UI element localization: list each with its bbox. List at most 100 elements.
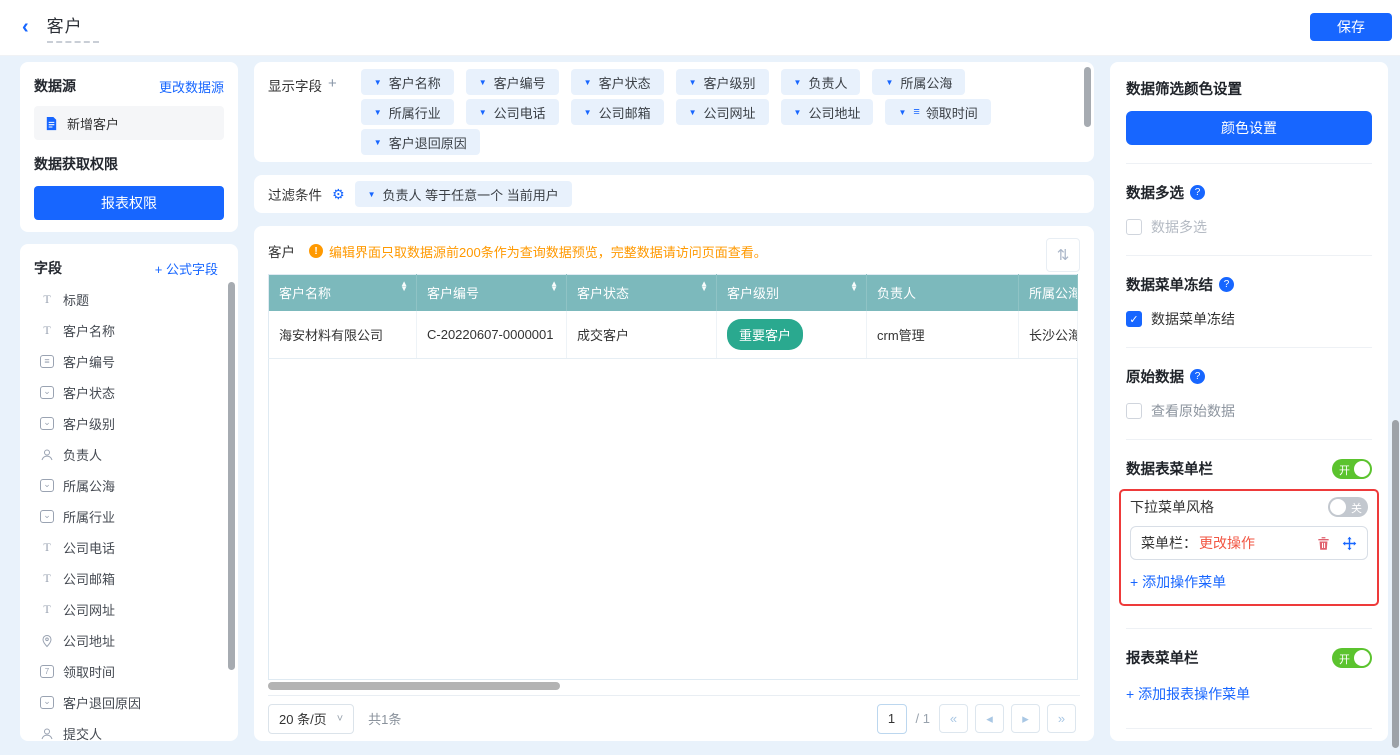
column-header[interactable]: 客户名称▲▼ bbox=[269, 275, 417, 311]
page-title-wrap[interactable]: 客户 bbox=[47, 12, 99, 43]
column-header[interactable]: 客户状态▲▼ bbox=[567, 275, 717, 311]
next-page-button[interactable]: ▸ bbox=[1011, 704, 1040, 733]
chevron-down-icon[interactable]: ▼ bbox=[479, 108, 487, 117]
menu-bar-item[interactable]: 菜单栏： 更改操作 bbox=[1130, 526, 1368, 560]
permission-heading: 数据获取权限 bbox=[34, 154, 224, 174]
column-header[interactable]: 负责人 bbox=[867, 275, 1019, 311]
chevron-down-icon[interactable]: ▼ bbox=[898, 108, 906, 117]
field-item-return-reason[interactable]: 客户退回原因 bbox=[34, 687, 228, 718]
page-size-select[interactable]: 20 条/页 ˅ bbox=[268, 704, 354, 734]
chevron-down-icon[interactable]: ▼ bbox=[885, 78, 893, 87]
field-item-address[interactable]: 公司地址 bbox=[34, 625, 228, 656]
chip-return-reason[interactable]: ▼客户退回原因 bbox=[361, 129, 480, 155]
first-page-button[interactable]: « bbox=[939, 704, 968, 733]
chevron-down-icon[interactable]: ▼ bbox=[374, 138, 382, 147]
chip-customer-name[interactable]: ▼客户名称 bbox=[361, 69, 454, 95]
datasource-item[interactable]: 新增客户 bbox=[34, 106, 224, 140]
field-item-claim-time[interactable]: 领取时间 bbox=[34, 656, 228, 687]
chevron-down-icon[interactable]: ▼ bbox=[689, 108, 697, 117]
chip-customer-level[interactable]: ▼客户级别 bbox=[676, 69, 769, 95]
field-item-owner[interactable]: 负责人 bbox=[34, 439, 228, 470]
chip-industry[interactable]: ▼所属行业 bbox=[361, 99, 454, 125]
dropdown-style-label: 下拉菜单风格 bbox=[1130, 497, 1214, 517]
field-item-customer-status[interactable]: 客户状态 bbox=[34, 377, 228, 408]
sort-carets-icon[interactable]: ▲▼ bbox=[850, 282, 858, 292]
chevron-down-icon[interactable]: ▼ bbox=[368, 190, 376, 199]
horizontal-scrollbar[interactable] bbox=[268, 682, 1078, 691]
report-permission-button[interactable]: 报表权限 bbox=[34, 186, 224, 220]
text-icon: T bbox=[40, 323, 54, 338]
chevron-down-icon[interactable]: ▼ bbox=[584, 108, 592, 117]
field-item-customer-name[interactable]: T客户名称 bbox=[34, 315, 228, 346]
help-icon[interactable] bbox=[1190, 185, 1205, 200]
chip-customer-status[interactable]: ▼客户状态 bbox=[571, 69, 664, 95]
field-item-industry[interactable]: 所属行业 bbox=[34, 501, 228, 532]
fields-scrollbar[interactable] bbox=[228, 282, 235, 670]
column-header[interactable]: 客户编号▲▼ bbox=[417, 275, 567, 311]
field-list: T标题 T客户名称 客户编号 客户状态 客户级别 负责人 所属公海 所属行业 T… bbox=[34, 284, 228, 741]
table-row[interactable]: 海安材料有限公司 C-20220607-0000001 成交客户 重要客户 cr… bbox=[269, 311, 1078, 359]
chevron-down-icon[interactable]: ▼ bbox=[794, 108, 802, 117]
dropdown-style-toggle[interactable]: 关 bbox=[1328, 497, 1368, 517]
select-icon bbox=[40, 510, 54, 523]
middle-column: 显示字段 + ▼客户名称 ▼客户编号 ▼客户状态 ▼客户级别 ▼负责人 ▼所属公… bbox=[254, 62, 1094, 741]
chevron-down-icon[interactable]: ▼ bbox=[689, 78, 697, 87]
add-report-action-menu-link[interactable]: + 添加报表操作菜单 bbox=[1126, 684, 1372, 704]
chip-website[interactable]: ▼公司网址 bbox=[676, 99, 769, 125]
column-header[interactable]: 客户级别▲▼ bbox=[717, 275, 867, 311]
color-setting-button[interactable]: 颜色设置 bbox=[1126, 111, 1372, 145]
sort-carets-icon[interactable]: ▲▼ bbox=[550, 282, 558, 292]
save-button[interactable]: 保存 bbox=[1310, 13, 1392, 41]
chip-pool[interactable]: ▼所属公海 bbox=[872, 69, 965, 95]
chip-address[interactable]: ▼公司地址 bbox=[781, 99, 874, 125]
menu-item-action[interactable]: 更改操作 bbox=[1199, 533, 1255, 553]
help-icon[interactable] bbox=[1190, 369, 1205, 384]
add-display-field-icon[interactable]: + bbox=[328, 75, 337, 155]
current-page-input[interactable]: 1 bbox=[877, 704, 907, 734]
change-datasource-link[interactable]: 更改数据源 bbox=[159, 77, 224, 96]
add-formula-field-link[interactable]: + 公式字段 bbox=[155, 259, 218, 278]
chevron-down-icon[interactable]: ▼ bbox=[584, 78, 592, 87]
cell-owner: crm管理 bbox=[867, 311, 1019, 359]
sort-toggle-icon[interactable]: ⇅ bbox=[1046, 238, 1080, 272]
field-item-submitter[interactable]: 提交人 bbox=[34, 718, 228, 741]
field-item-email[interactable]: T公司邮箱 bbox=[34, 563, 228, 594]
help-icon[interactable] bbox=[1219, 277, 1234, 292]
report-menu-toggle[interactable]: 开 bbox=[1332, 648, 1372, 668]
chevron-down-icon[interactable]: ▼ bbox=[374, 108, 382, 117]
last-page-button[interactable]: » bbox=[1047, 704, 1076, 733]
gear-icon[interactable]: ⚙ bbox=[332, 186, 345, 203]
chip-owner[interactable]: ▼负责人 bbox=[781, 69, 861, 95]
multi-select-checkbox[interactable] bbox=[1126, 219, 1142, 235]
menu-freeze-checkbox[interactable] bbox=[1126, 311, 1142, 327]
move-icon[interactable] bbox=[1342, 536, 1357, 551]
sort-carets-icon[interactable]: ▲▼ bbox=[400, 282, 408, 292]
column-header[interactable]: 所属公海 bbox=[1019, 275, 1078, 311]
table-menu-toggle[interactable]: 开 bbox=[1332, 459, 1372, 479]
sort-carets-icon[interactable]: ▲▼ bbox=[700, 282, 708, 292]
chip-phone[interactable]: ▼公司电话 bbox=[466, 99, 559, 125]
add-action-menu-link[interactable]: + 添加操作菜单 bbox=[1130, 572, 1368, 592]
page-scrollbar[interactable] bbox=[1392, 420, 1399, 748]
field-item-customer-level[interactable]: 客户级别 bbox=[34, 408, 228, 439]
display-panel-scrollbar[interactable] bbox=[1084, 67, 1091, 127]
chip-customer-code[interactable]: ▼客户编号 bbox=[466, 69, 559, 95]
field-item-pool[interactable]: 所属公海 bbox=[34, 470, 228, 501]
field-item-customer-code[interactable]: 客户编号 bbox=[34, 346, 228, 377]
field-item-title[interactable]: T标题 bbox=[34, 284, 228, 315]
chevron-down-icon[interactable]: ▼ bbox=[794, 78, 802, 87]
chevron-down-icon[interactable]: ▼ bbox=[479, 78, 487, 87]
chip-claim-time[interactable]: ▼≡领取时间 bbox=[885, 99, 990, 125]
filter-panel: 过滤条件 ⚙ ▼负责人 等于任意一个 当前用户 bbox=[254, 175, 1094, 213]
raw-data-checkbox[interactable] bbox=[1126, 403, 1142, 419]
field-item-phone[interactable]: T公司电话 bbox=[34, 532, 228, 563]
back-icon[interactable]: ‹ bbox=[22, 16, 29, 39]
chevron-down-icon[interactable]: ▼ bbox=[374, 78, 382, 87]
sort-lines-icon[interactable]: ≡ bbox=[913, 106, 918, 118]
trash-icon[interactable] bbox=[1316, 536, 1331, 551]
filter-chip[interactable]: ▼负责人 等于任意一个 当前用户 bbox=[355, 181, 572, 207]
hscroll-thumb[interactable] bbox=[268, 682, 560, 690]
prev-page-button[interactable]: ◂ bbox=[975, 704, 1004, 733]
field-item-website[interactable]: T公司网址 bbox=[34, 594, 228, 625]
chip-email[interactable]: ▼公司邮箱 bbox=[571, 99, 664, 125]
